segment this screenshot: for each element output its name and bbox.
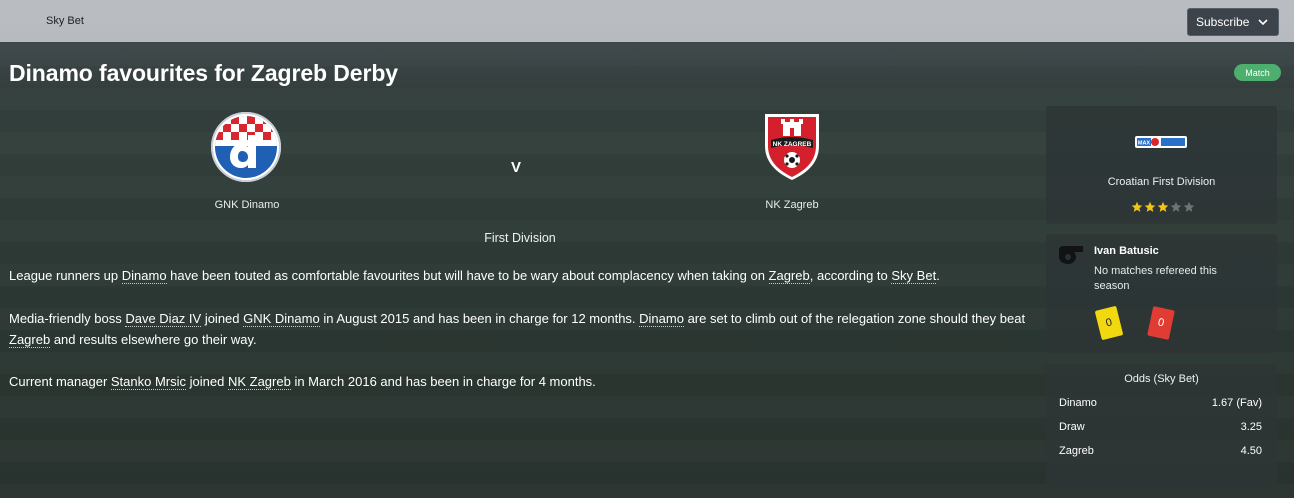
paragraph-text: joined bbox=[201, 311, 244, 326]
star-icon bbox=[1183, 201, 1195, 212]
whistle-icon bbox=[1059, 246, 1083, 264]
page-title: Dinamo favourites for Zagreb Derby bbox=[9, 60, 398, 86]
versus-label: V bbox=[511, 159, 522, 176]
inline-link[interactable]: Sky Bet bbox=[891, 268, 937, 284]
competition-name[interactable]: Croatian First Division bbox=[1046, 176, 1277, 188]
referee-note: No matches refereed this season bbox=[1094, 265, 1217, 292]
match-badge[interactable]: Match bbox=[1234, 64, 1281, 81]
paragraph-text: . bbox=[936, 268, 940, 283]
inline-link[interactable]: Dave Diaz IV bbox=[125, 311, 202, 327]
paragraph-text: have been touted as comfortable favourit… bbox=[166, 268, 769, 283]
odds-label: Draw bbox=[1059, 421, 1085, 433]
article-paragraph-2: Media-friendly boss Dave Diaz IV joined … bbox=[9, 308, 1039, 350]
odds-row: Zagreb 4.50 bbox=[1059, 445, 1262, 457]
odds-panel: Odds (Sky Bet) Dinamo 1.67 (Fav) Draw 3.… bbox=[1046, 364, 1277, 486]
paragraph-text: in March 2016 and has been in charge for… bbox=[290, 374, 596, 389]
division-label[interactable]: First Division bbox=[420, 231, 620, 245]
odds-value: 1.67 (Fav) bbox=[1211, 397, 1262, 409]
competition-logo-icon[interactable]: MAX bbox=[1134, 133, 1188, 151]
paragraph-text: , according to bbox=[809, 268, 892, 283]
nk-zagreb-crest-icon[interactable]: NK ZAGREB bbox=[761, 110, 823, 182]
dinamo-crest-icon[interactable] bbox=[210, 111, 282, 183]
odds-label: Dinamo bbox=[1059, 397, 1097, 409]
odds-title: Odds (Sky Bet) bbox=[1124, 373, 1199, 385]
star-icon bbox=[1131, 201, 1143, 212]
inline-link[interactable]: GNK Dinamo bbox=[243, 311, 320, 327]
away-team-name[interactable]: NK Zagreb bbox=[712, 199, 872, 211]
star-icon bbox=[1144, 201, 1156, 212]
subscribe-label: Subscribe bbox=[1196, 15, 1250, 29]
svg-text:NK ZAGREB: NK ZAGREB bbox=[773, 141, 812, 148]
odds-value: 3.25 bbox=[1240, 421, 1262, 433]
paragraph-text: in August 2015 and has been in charge fo… bbox=[319, 311, 640, 326]
red-card-count: 0 bbox=[1147, 306, 1175, 340]
inline-link[interactable]: Zagreb bbox=[9, 332, 51, 348]
star-icon bbox=[1157, 201, 1169, 212]
inline-link[interactable]: Zagreb bbox=[768, 268, 810, 284]
odds-row: Draw 3.25 bbox=[1059, 421, 1262, 433]
subscribe-button[interactable]: Subscribe bbox=[1187, 8, 1279, 36]
article-paragraph-3: Current manager Stanko Mrsic joined NK Z… bbox=[9, 371, 1039, 392]
referee-panel: Ivan Batusic No matches refereed this se… bbox=[1046, 234, 1277, 353]
chevron-down-icon bbox=[1258, 19, 1268, 26]
paragraph-text: Current manager bbox=[9, 374, 111, 389]
home-team-name[interactable]: GNK Dinamo bbox=[167, 199, 327, 211]
odds-value: 4.50 bbox=[1240, 445, 1262, 457]
svg-text:MAX: MAX bbox=[1138, 141, 1151, 147]
inline-link[interactable]: NK Zagreb bbox=[227, 374, 291, 390]
paragraph-text: joined bbox=[186, 374, 228, 389]
top-bar: Sky Bet Subscribe bbox=[0, 0, 1294, 42]
article-paragraph-1: League runners up Dinamo have been toute… bbox=[9, 265, 1039, 286]
odds-row: Dinamo 1.67 (Fav) bbox=[1059, 397, 1262, 409]
paragraph-text: League runners up bbox=[9, 268, 122, 283]
inline-link[interactable]: Stanko Mrsic bbox=[110, 374, 187, 390]
brand-label: Sky Bet bbox=[46, 15, 84, 27]
inline-link[interactable]: Dinamo bbox=[639, 311, 684, 327]
reputation-stars bbox=[1131, 201, 1195, 213]
odds-label: Zagreb bbox=[1059, 445, 1094, 457]
competition-panel: MAX Croatian First Division bbox=[1046, 106, 1277, 224]
referee-name[interactable]: Ivan Batusic bbox=[1094, 245, 1159, 257]
paragraph-text: Media-friendly boss bbox=[9, 311, 126, 326]
paragraph-text: are set to climb out of the relegation z… bbox=[683, 311, 1026, 326]
inline-link[interactable]: Dinamo bbox=[121, 268, 167, 284]
paragraph-text: and results elsewhere go their way. bbox=[50, 332, 257, 347]
yellow-card-count: 0 bbox=[1094, 305, 1124, 341]
star-icon bbox=[1170, 201, 1182, 212]
